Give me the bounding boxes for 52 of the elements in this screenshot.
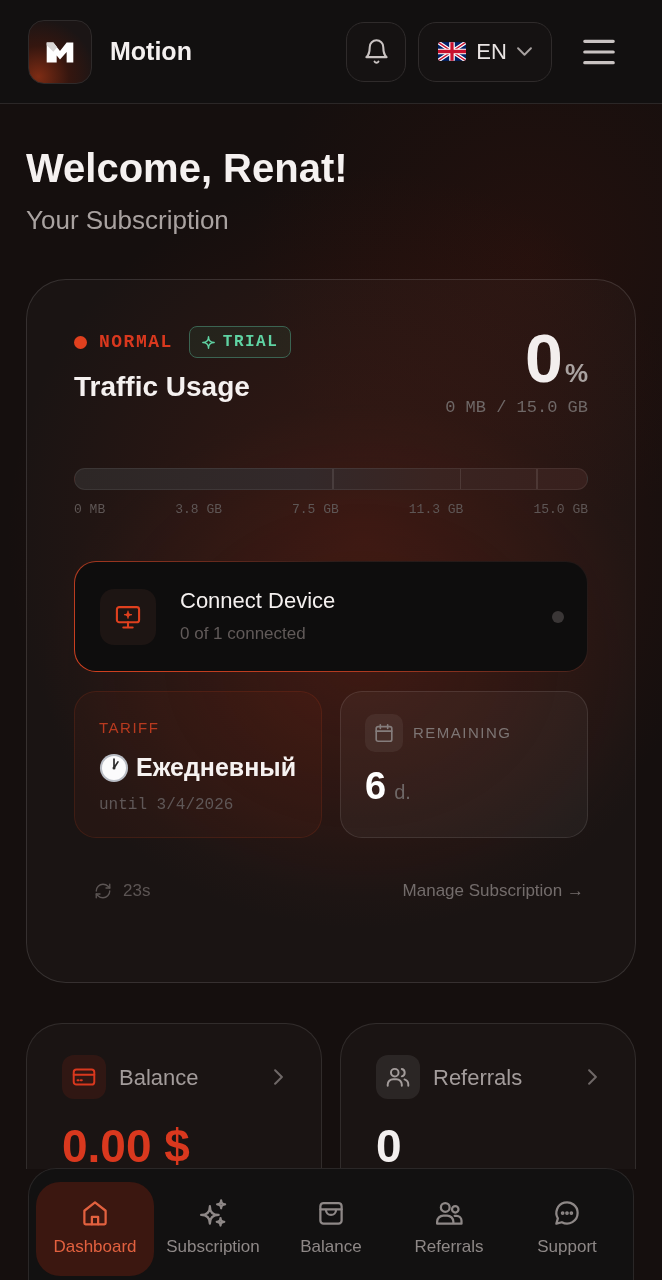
stat-value: 0 <box>376 1123 403 1169</box>
traffic-usage-title: Traffic Usage <box>74 370 251 404</box>
refresh-icon[interactable] <box>94 882 112 900</box>
credit-card-icon <box>62 1055 106 1099</box>
sparkles-icon <box>198 1198 228 1229</box>
scale-label: 3.8 GB <box>175 502 222 518</box>
brand-name: Motion <box>110 35 192 67</box>
trial-badge: TRIAL <box>188 326 292 358</box>
stat-label: Referrals <box>433 1063 523 1092</box>
sparkle-icon <box>201 335 215 349</box>
usage-amount: 0 MB / 15.0 GB <box>445 398 588 418</box>
bell-icon <box>362 38 390 65</box>
scale-label: 11.3 GB <box>408 502 464 518</box>
menu-icon <box>583 38 615 65</box>
subscription-subtitle: Your Subscription <box>26 204 230 236</box>
connect-device-title: Connect Device <box>180 586 336 615</box>
nav-tab[interactable]: Support <box>508 1182 626 1276</box>
stat-value: 0.00 $ <box>62 1123 191 1169</box>
tariff-label: TARIFF <box>99 719 161 737</box>
flag-icon <box>438 42 467 61</box>
remaining-days: 6 d. <box>365 764 563 816</box>
scale-label: 7.5 GB <box>292 502 339 518</box>
manage-subscription-link[interactable]: Manage Subscription → <box>402 878 584 904</box>
chevron-right-icon <box>274 1069 283 1085</box>
notifications-button[interactable] <box>346 21 406 82</box>
welcome-heading: Welcome, Renat! <box>26 145 349 192</box>
stat-label: Balance <box>119 1063 199 1092</box>
logo-icon[interactable] <box>28 19 92 84</box>
remaining-label: REMAINING <box>413 722 512 743</box>
users-icon <box>376 1055 420 1099</box>
language-button[interactable]: EN <box>418 21 552 82</box>
refresh-timer: 23s <box>123 880 151 903</box>
balance-card[interactable]: Balance 0.00 $ <box>26 1023 322 1169</box>
connected-count: 0 of 1 connected <box>180 622 307 645</box>
nav-tab[interactable]: Dashboard <box>36 1182 154 1276</box>
nav-tab[interactable]: Balance <box>272 1182 390 1276</box>
clock-icon <box>99 752 129 783</box>
nav-tab[interactable]: Referrals <box>390 1182 508 1276</box>
status-label: NORMAL <box>99 330 173 354</box>
scale-label: 15.0 GB <box>533 502 588 518</box>
chevron-right-icon <box>588 1069 597 1085</box>
nav-tab[interactable]: Subscription <box>154 1182 272 1276</box>
monitor-icon <box>100 588 156 645</box>
chevron-down-icon <box>516 47 532 56</box>
tariff-expiry: until 3/4/2026 <box>99 794 235 816</box>
usage-percent: 0% <box>524 330 588 386</box>
scale-label: 0 MB <box>74 502 106 518</box>
status-dot-icon <box>74 335 87 349</box>
connect-device-card[interactable]: Connect Device 0 of 1 connected <box>74 561 588 672</box>
calendar-icon <box>365 714 403 752</box>
tariff-name: Ежедневный <box>136 752 297 783</box>
referrals-card[interactable]: Referrals 0 <box>340 1023 636 1169</box>
